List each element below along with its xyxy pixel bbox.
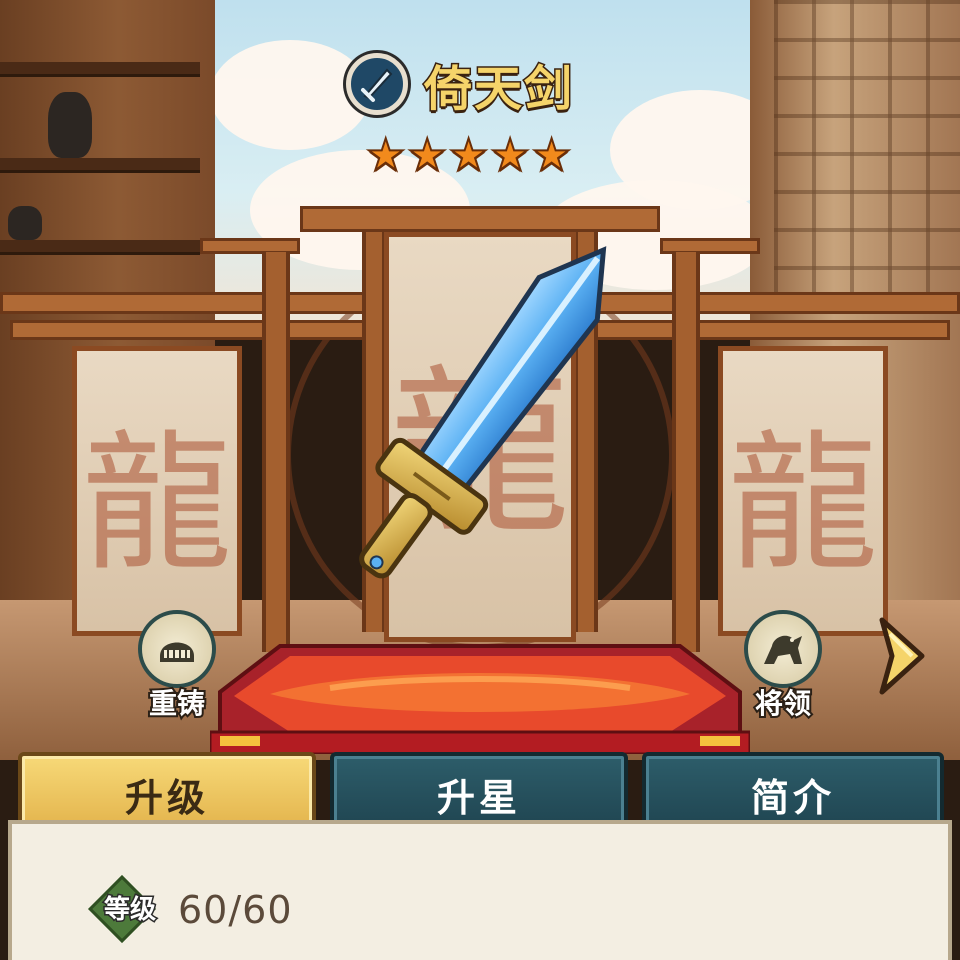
star-icon: ★: [489, 130, 530, 181]
next-item-arrow[interactable]: [874, 614, 930, 698]
upgrade-panel: 等级 60/60: [8, 820, 952, 960]
level-value: 60/60: [178, 888, 293, 932]
weapon-sword-image: [359, 246, 607, 579]
general-button[interactable]: 将领: [726, 610, 836, 722]
star-icon: ★: [365, 130, 406, 181]
item-name: 倚天剑: [422, 60, 575, 119]
level-badge: 等级: [88, 875, 158, 943]
sword-icon: [346, 53, 408, 115]
star-icon: ★: [448, 130, 489, 181]
recast-button[interactable]: 重铸: [120, 610, 230, 722]
display-cushion: [210, 644, 750, 754]
lion-icon: [744, 610, 822, 688]
helmet-icon: [138, 610, 216, 688]
dragon-panel-left: 龍: [72, 346, 242, 636]
recast-label: 重铸: [147, 685, 207, 722]
star-icon: ★: [406, 130, 447, 181]
level-label: 等级: [102, 894, 157, 927]
dragon-panel-right: 龍: [718, 346, 888, 636]
star-icon: ★: [531, 130, 572, 181]
general-label: 将领: [753, 685, 813, 722]
level-stat-row: 等级 60/60: [88, 875, 293, 943]
item-title-row: 倚天剑: [346, 52, 575, 119]
star-rating: ★ ★ ★ ★ ★: [365, 130, 572, 181]
